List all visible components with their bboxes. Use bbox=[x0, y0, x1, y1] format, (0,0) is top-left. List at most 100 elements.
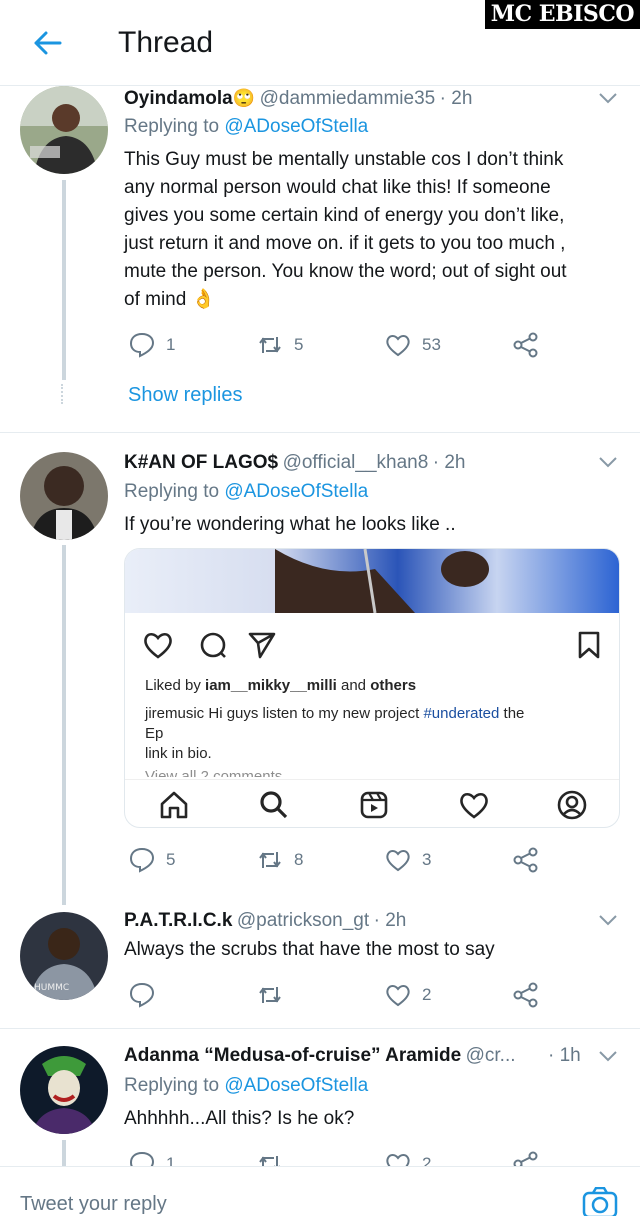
reply-icon bbox=[129, 1151, 155, 1166]
display-name[interactable]: Oyindamola bbox=[124, 88, 233, 109]
share-icon bbox=[513, 982, 538, 1008]
avatar[interactable] bbox=[20, 452, 108, 540]
tweet-time: · 2h bbox=[432, 452, 466, 473]
tweet-header: K#AN OF LAGO$ @official__khan8 · 2h bbox=[124, 452, 465, 474]
tweet-time: · 2h bbox=[373, 910, 407, 931]
tweet-actions: 1 5 53 bbox=[124, 331, 544, 361]
like-button[interactable]: 53 bbox=[384, 331, 441, 359]
avatar[interactable] bbox=[20, 1046, 108, 1134]
replying-to: Replying to @ADoseOfStella bbox=[124, 116, 369, 137]
media-nav-bar bbox=[125, 779, 619, 827]
retweet-button[interactable]: 8 bbox=[256, 846, 303, 874]
reply-button[interactable]: 5 bbox=[128, 846, 175, 874]
reply-button[interactable]: 1 bbox=[128, 331, 175, 359]
replying-to: Replying to @ADoseOfStella bbox=[124, 481, 369, 502]
watermark-logo: MC EBISCO bbox=[484, 0, 640, 29]
retweet-button[interactable] bbox=[256, 1150, 294, 1166]
media-action-row bbox=[143, 629, 603, 661]
media-caption: jiremusic Hi guys listen to my new proje… bbox=[145, 705, 525, 762]
heart-icon[interactable] bbox=[143, 631, 173, 659]
chevron-down-icon[interactable] bbox=[598, 92, 618, 104]
tweet-actions: 1 2 bbox=[124, 1150, 544, 1166]
bookmark-icon[interactable] bbox=[577, 631, 601, 659]
tweet-time: · 2h bbox=[439, 88, 473, 109]
display-name[interactable]: K#AN OF LAGO$ bbox=[124, 452, 278, 473]
tweet-actions: 2 bbox=[124, 981, 544, 1011]
retweet-icon bbox=[259, 852, 281, 868]
camera-icon[interactable] bbox=[582, 1187, 618, 1216]
retweet-button[interactable]: 5 bbox=[256, 331, 303, 359]
tweet-header: Adanma “Medusa-of-cruise” Aramide @cr...… bbox=[124, 1045, 594, 1067]
heart-icon bbox=[386, 1154, 410, 1166]
retweet-icon bbox=[259, 987, 281, 1003]
thread-line bbox=[62, 180, 66, 380]
share-icon bbox=[513, 847, 538, 873]
media-photo[interactable] bbox=[125, 549, 619, 614]
retweet-icon bbox=[259, 337, 281, 353]
share-icon bbox=[513, 1151, 538, 1166]
reply-icon bbox=[129, 982, 155, 1008]
svg-text:HUMMC: HUMMC bbox=[34, 983, 69, 993]
user-handle[interactable]: @patrickson_gt bbox=[237, 910, 369, 931]
search-icon[interactable] bbox=[259, 790, 289, 820]
liked-by-text: Liked by iam__mikky__milli and others bbox=[145, 677, 417, 694]
send-icon[interactable] bbox=[247, 631, 277, 659]
thread-line bbox=[62, 545, 66, 905]
home-icon[interactable] bbox=[159, 790, 189, 820]
reels-icon[interactable] bbox=[359, 790, 389, 820]
share-button[interactable] bbox=[512, 981, 540, 1009]
chevron-down-icon[interactable] bbox=[598, 1050, 618, 1062]
tweet-actions: 5 8 3 bbox=[124, 846, 544, 876]
like-button[interactable]: 2 bbox=[384, 981, 431, 1009]
tweet-text: If you’re wondering what he looks like .… bbox=[124, 514, 456, 535]
divider bbox=[0, 432, 640, 433]
chevron-down-icon[interactable] bbox=[598, 914, 618, 926]
chevron-down-icon[interactable] bbox=[598, 456, 618, 468]
mention-link[interactable]: @ADoseOfStella bbox=[224, 116, 368, 137]
reply-composer: Tweet your reply bbox=[0, 1166, 640, 1216]
more-replies-dots bbox=[61, 384, 65, 404]
share-button[interactable] bbox=[512, 331, 540, 359]
profile-icon[interactable] bbox=[557, 790, 587, 820]
share-icon bbox=[513, 332, 538, 358]
heart-icon[interactable] bbox=[459, 790, 489, 820]
back-arrow-icon[interactable] bbox=[30, 26, 64, 60]
heart-icon bbox=[386, 985, 410, 1007]
face-emoji: 🙄 bbox=[232, 88, 256, 108]
user-handle[interactable]: @cr... bbox=[466, 1045, 516, 1066]
like-button[interactable]: 3 bbox=[384, 846, 431, 874]
tweet-text: Ahhhhh...All this? Is he ok? bbox=[124, 1108, 355, 1129]
display-name[interactable]: Adanma “Medusa-of-cruise” Aramide bbox=[124, 1045, 461, 1066]
reply-button[interactable] bbox=[128, 981, 166, 1009]
show-replies-link[interactable]: Show replies bbox=[128, 384, 243, 407]
share-button[interactable] bbox=[512, 846, 540, 874]
divider bbox=[0, 1028, 640, 1029]
display-name[interactable]: P.A.T.R.I.C.k bbox=[124, 910, 232, 931]
mention-link[interactable]: @ADoseOfStella bbox=[224, 1075, 368, 1096]
page-title: Thread bbox=[118, 26, 214, 59]
user-handle[interactable]: @dammiedammie35 bbox=[260, 88, 436, 109]
avatar[interactable]: HUMMC bbox=[20, 912, 108, 1000]
reply-icon bbox=[129, 847, 155, 873]
comments-peek: View all 2 comments bbox=[145, 768, 283, 777]
mention-link[interactable]: @ADoseOfStella bbox=[224, 481, 368, 502]
retweet-icon bbox=[259, 1156, 280, 1166]
tweet-time: · 1h bbox=[548, 1045, 581, 1066]
comment-icon[interactable] bbox=[199, 631, 227, 659]
heart-icon bbox=[386, 335, 410, 357]
reply-button[interactable]: 1 bbox=[128, 1150, 175, 1166]
tweet-text: This Guy must be mentally unstable cos I… bbox=[124, 149, 567, 310]
user-handle[interactable]: @official__khan8 bbox=[283, 452, 429, 473]
avatar[interactable] bbox=[20, 86, 108, 174]
reply-icon bbox=[129, 332, 155, 358]
tweet-header: P.A.T.R.I.C.k @patrickson_gt · 2h bbox=[124, 910, 406, 932]
tweet-header: Oyindamola🙄 @dammiedammie35 · 2h bbox=[124, 88, 472, 110]
heart-icon bbox=[386, 850, 410, 872]
share-button[interactable] bbox=[512, 1150, 540, 1166]
replying-to: Replying to @ADoseOfStella bbox=[124, 1075, 369, 1096]
like-button[interactable]: 2 bbox=[384, 1150, 431, 1166]
media-card[interactable]: Liked by iam__mikky__milli and others ji… bbox=[124, 548, 620, 828]
reply-input[interactable]: Tweet your reply bbox=[20, 1193, 167, 1216]
tweet-text: Always the scrubs that have the most to … bbox=[124, 939, 495, 960]
retweet-button[interactable] bbox=[256, 981, 294, 1009]
